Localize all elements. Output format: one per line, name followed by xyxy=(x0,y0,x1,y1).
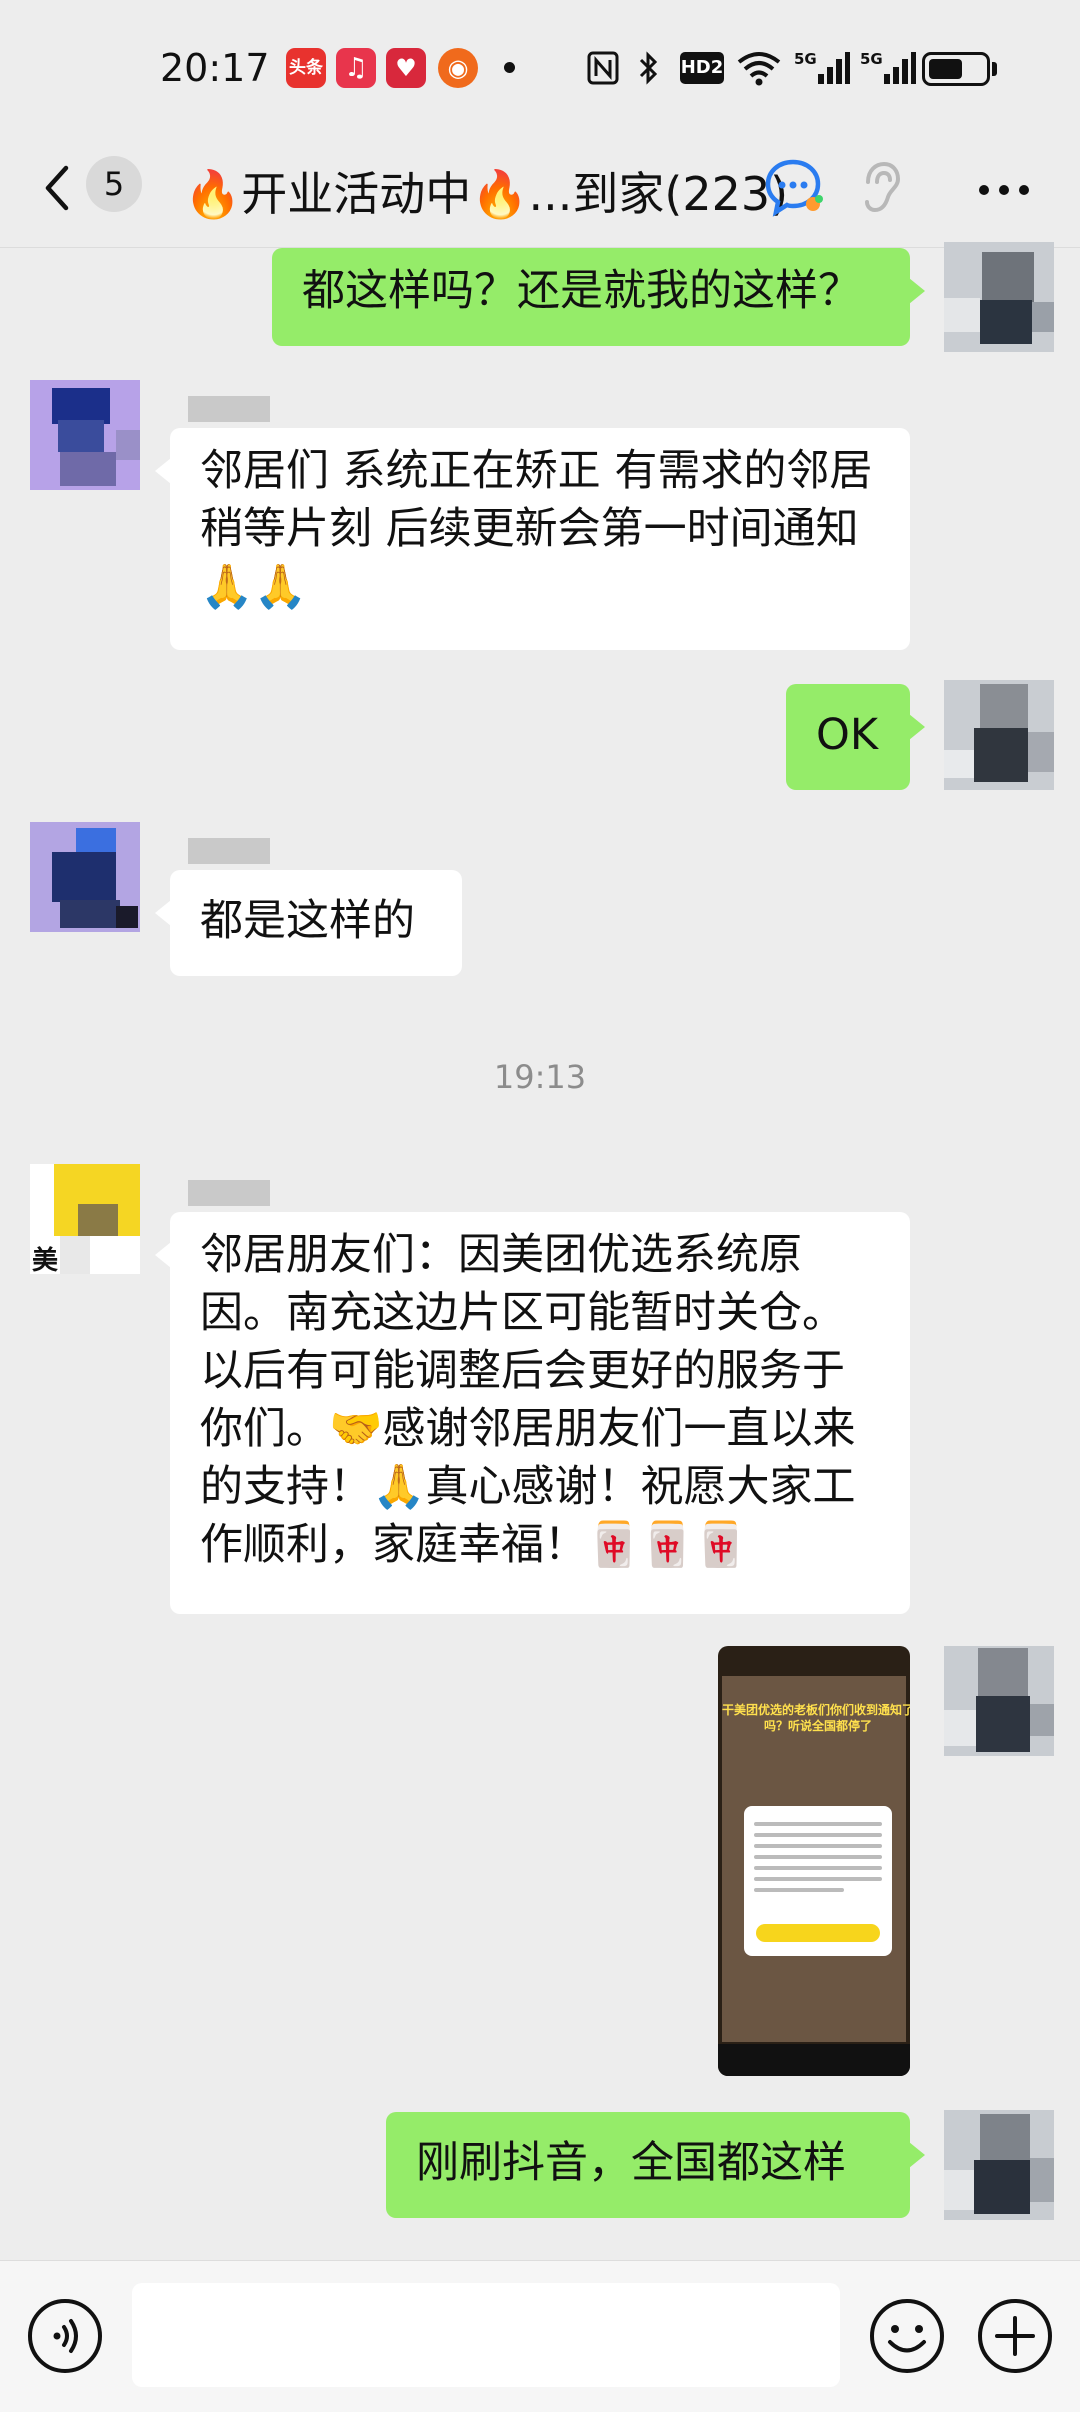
emoji-icon[interactable] xyxy=(868,2297,946,2375)
unread-count-badge[interactable]: 5 xyxy=(86,156,142,212)
screenshot-bottom-bar xyxy=(718,2044,910,2076)
message-bubble[interactable]: 都是这样的 xyxy=(155,870,462,976)
nfc-icon xyxy=(587,51,619,85)
earpiece-mode-icon[interactable] xyxy=(856,160,902,214)
message-bubble[interactable]: OK xyxy=(786,684,925,790)
my-avatar[interactable] xyxy=(944,242,1054,352)
message-bubble[interactable]: 邻居们 系统正在矫正 有需求的邻居 稍等片刻 后续更新会第一时间通知🙏🙏 xyxy=(155,428,910,650)
orange-app-icon: ◉ xyxy=(438,48,478,88)
message-text-input[interactable] xyxy=(132,2283,840,2387)
hd-voice-badge: HD2 xyxy=(680,52,724,84)
signal-5g-label-2: 5G xyxy=(860,50,883,68)
music-app-icon: ♫ xyxy=(336,48,376,88)
my-avatar[interactable] xyxy=(944,680,1054,790)
bluetooth-icon xyxy=(639,51,658,85)
my-avatar[interactable] xyxy=(944,1646,1054,1756)
notification-dot-icon xyxy=(504,62,515,73)
screenshot-caption: 干美团优选的老板们你们收到通知了吗？听说全国都停了 xyxy=(722,1703,910,1733)
chat-title: 🔥开业活动中🔥...到家(223) xyxy=(184,167,789,221)
sender-name-blurred xyxy=(188,1180,270,1206)
sender-avatar[interactable] xyxy=(30,380,140,490)
status-time: 20:17 xyxy=(160,46,270,90)
message-bubble[interactable]: 都这样吗？还是就我的这样？ xyxy=(272,248,925,346)
chat-input-bar xyxy=(0,2260,1080,2412)
message-timestamp: 19:13 xyxy=(493,1058,587,1096)
sender-avatar[interactable]: 美 xyxy=(30,1164,140,1274)
more-options-icon[interactable] xyxy=(976,180,1032,200)
gift-app-icon: ♥ xyxy=(386,48,426,88)
signal-5g-icon-1: 5G xyxy=(794,50,850,84)
group-assistant-icon[interactable] xyxy=(762,156,824,218)
battery-level xyxy=(929,59,962,79)
voice-input-icon[interactable] xyxy=(26,2297,104,2375)
screenshot-dialog xyxy=(744,1806,892,1956)
sender-name-blurred xyxy=(188,838,270,864)
battery-icon xyxy=(922,52,990,86)
wifi-icon xyxy=(737,52,781,86)
screenshot-button xyxy=(756,1924,880,1942)
avatar-label: 美 xyxy=(32,1246,59,1274)
more-functions-plus-icon[interactable] xyxy=(976,2297,1054,2375)
screenshot-image-message[interactable]: 干美团优选的老板们你们收到通知了吗？听说全国都停了 xyxy=(718,1646,910,2076)
signal-5g-icon-2: 5G xyxy=(860,50,916,84)
toutiao-app-icon: 头条 xyxy=(286,48,326,88)
message-bubble[interactable]: 邻居朋友们：因美团优选系统原因。南充这边片区可能暂时关仓。以后有可能调整后会更好… xyxy=(155,1212,910,1614)
message-bubble[interactable]: 刚刷抖音，全国都这样 xyxy=(386,2112,925,2218)
battery-cap xyxy=(992,62,997,76)
signal-5g-label: 5G xyxy=(794,50,817,68)
screenshot-content: 干美团优选的老板们你们收到通知了吗？听说全国都停了 xyxy=(722,1676,910,2042)
chat-header: 5 🔥开业活动中🔥...到家(223) xyxy=(0,130,1080,248)
sender-name-blurred xyxy=(188,396,270,422)
status-bar: 20:17 头条 ♫ ♥ ◉ HD2 5G 5G xyxy=(0,0,1080,130)
sender-avatar[interactable] xyxy=(30,822,140,932)
my-avatar[interactable] xyxy=(944,2110,1054,2220)
